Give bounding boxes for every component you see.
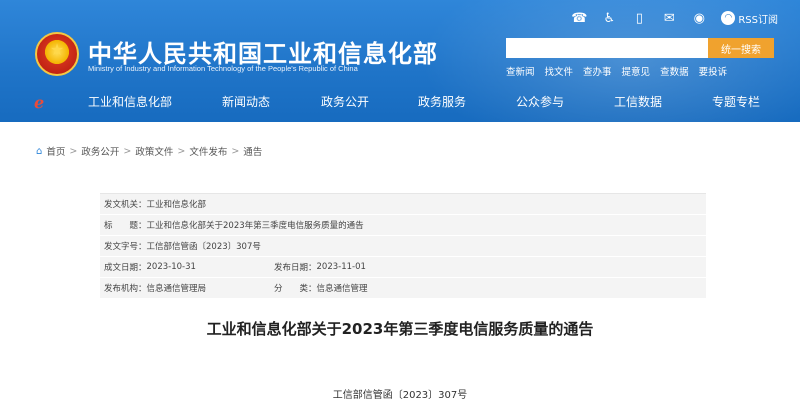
- breadcrumb-separator: >: [177, 145, 186, 157]
- nav-item-public-participation[interactable]: 公众参与: [516, 93, 564, 110]
- quick-link-data[interactable]: 查数据: [660, 64, 689, 78]
- meta-agency-label: 发布机构：: [104, 284, 147, 294]
- nav-item-data[interactable]: 工信数据: [614, 93, 662, 110]
- breadcrumb-separator: >: [231, 145, 240, 157]
- breadcrumb-item-policy[interactable]: 政策文件: [135, 144, 173, 158]
- quick-link-feedback[interactable]: 提意见: [622, 64, 651, 78]
- national-emblem-logo[interactable]: [35, 32, 79, 76]
- header-tools: ☎ ♿ ▯ ✉ ◉ ◠ RSS订阅: [571, 10, 778, 26]
- nav-item-gov-services[interactable]: 政务服务: [418, 93, 466, 110]
- meta-created-label: 成文日期：: [104, 263, 147, 273]
- breadcrumb: ⌂ 首页 > 政务公开 > 政策文件 > 文件发布 > 通告: [36, 144, 262, 159]
- quick-link-news[interactable]: 查新闻: [506, 64, 535, 78]
- meta-category-value: 信息通信管理: [316, 284, 368, 294]
- meta-doc-number-label: 发文字号：: [104, 242, 147, 252]
- quick-links: 查新闻 找文件 查办事 提意见 查数据 要投诉: [506, 64, 727, 78]
- accessibility-icon[interactable]: ♿: [601, 10, 617, 26]
- rss-subscribe-link[interactable]: ◠ RSS订阅: [721, 11, 778, 26]
- phone-icon[interactable]: ☎: [571, 10, 587, 26]
- document-title: 工业和信息化部关于2023年第三季度电信服务质量的通告: [206, 320, 594, 338]
- nav-item-gov-info[interactable]: 政务公开: [321, 93, 369, 110]
- breadcrumb-item-gov-info[interactable]: 政务公开: [81, 144, 119, 158]
- meta-agency-value: 信息通信管理局: [146, 284, 207, 294]
- rss-icon: ◠: [721, 11, 736, 25]
- site-search: 统一搜索: [506, 38, 774, 58]
- meta-published-label: 发布日期：: [274, 263, 317, 273]
- quick-link-files[interactable]: 找文件: [545, 64, 574, 78]
- quick-link-services[interactable]: 查办事: [583, 64, 612, 78]
- document-number: 工信部信管函〔2023〕307号: [332, 390, 468, 401]
- meta-row-dates: 成文日期： 2023-10-31 发布日期： 2023-11-01: [100, 257, 706, 278]
- document-meta-table: 发文机关： 工业和信息化部 标 题： 工业和信息化部关于2023年第三季度电信服…: [100, 193, 706, 299]
- breadcrumb-item-notice[interactable]: 通告: [243, 144, 262, 158]
- meta-published-value: 2023-11-01: [316, 262, 366, 272]
- meta-created-value: 2023-10-31: [146, 262, 196, 272]
- meta-row-title: 标 题： 工业和信息化部关于2023年第三季度电信服务质量的通告: [100, 215, 706, 236]
- search-input[interactable]: [506, 38, 708, 58]
- quick-link-complaint[interactable]: 要投诉: [699, 64, 728, 78]
- meta-row-issuer: 发文机关： 工业和信息化部: [100, 194, 706, 215]
- rss-label: RSS订阅: [738, 14, 778, 26]
- mail-icon[interactable]: ✉: [661, 10, 677, 26]
- breadcrumb-item-home[interactable]: 首页: [46, 144, 65, 158]
- home-icon: ⌂: [36, 145, 43, 157]
- search-button[interactable]: 统一搜索: [708, 38, 774, 58]
- meta-category-label: 分 类：: [274, 284, 317, 294]
- meta-title-value: 工业和信息化部关于2023年第三季度电信服务质量的通告: [146, 221, 364, 231]
- nav-item-news[interactable]: 新闻动态: [222, 93, 270, 110]
- meta-row-doc-number: 发文字号： 工信部信管函〔2023〕307号: [100, 236, 706, 257]
- mobile-icon[interactable]: ▯: [631, 10, 647, 26]
- meta-issuer-value: 工业和信息化部: [146, 200, 207, 210]
- meta-row-agency: 发布机构： 信息通信管理局 分 类： 信息通信管理: [100, 278, 706, 299]
- site-header: 中华人民共和国工业和信息化部 Ministry of Industry and …: [0, 0, 800, 122]
- meta-issuer-label: 发文机关：: [104, 200, 147, 210]
- main-nav: ℯ 工业和信息化部 新闻动态 政务公开 政务服务 公众参与 工信数据 专题专栏: [0, 85, 800, 117]
- weibo-icon[interactable]: ◉: [691, 10, 707, 26]
- breadcrumb-item-publish[interactable]: 文件发布: [189, 144, 227, 158]
- nav-item-topics[interactable]: 专题专栏: [712, 93, 760, 110]
- home-icon[interactable]: ℯ: [34, 93, 44, 112]
- meta-title-label: 标 题：: [104, 221, 147, 231]
- meta-doc-number-value: 工信部信管函〔2023〕307号: [146, 242, 261, 252]
- breadcrumb-separator: >: [69, 145, 78, 157]
- site-subtitle: Ministry of Industry and Information Tec…: [88, 64, 358, 73]
- nav-item-ministry[interactable]: 工业和信息化部: [88, 93, 172, 110]
- breadcrumb-separator: >: [123, 145, 132, 157]
